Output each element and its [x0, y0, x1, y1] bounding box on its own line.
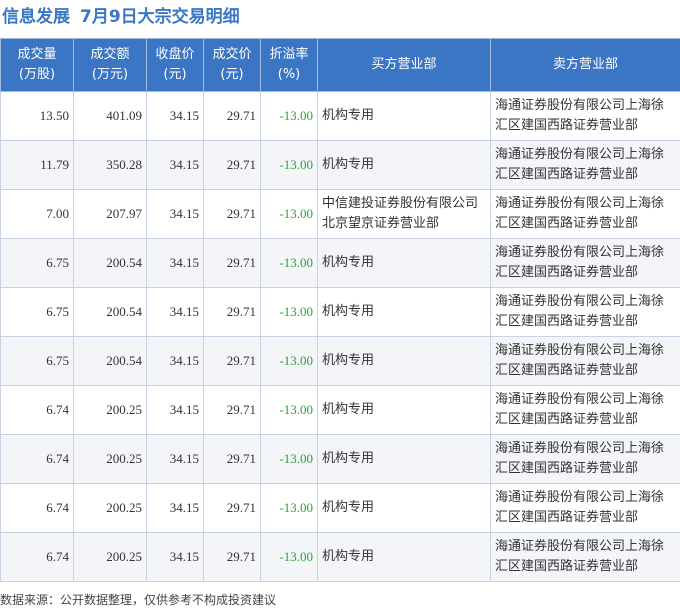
- page-title: 信息发展 7月9日大宗交易明细: [2, 2, 240, 32]
- column-header: 买方营业部: [317, 38, 491, 92]
- cell-seller: 海通证券股份有限公司上海徐汇区建国西路证券营业部: [490, 385, 680, 435]
- cell-seller: 海通证券股份有限公司上海徐汇区建国西路证券营业部: [490, 336, 680, 386]
- stock-name: 信息发展: [2, 7, 70, 27]
- cell-close: 34.15: [146, 483, 204, 533]
- cell-premium: -13.00: [260, 532, 318, 582]
- cell-premium: -13.00: [260, 189, 318, 239]
- table-row: 6.75 200.54 34.15 29.71 -13.00 机构专用 海通证券股份有限公司…: [0, 238, 680, 288]
- cell-buyer: 机构专用: [317, 238, 491, 288]
- cell-close: 34.15: [146, 189, 204, 239]
- cell-volume: 6.74: [0, 483, 74, 533]
- cell-close: 34.15: [146, 91, 204, 141]
- cell-seller: 海通证券股份有限公司上海徐汇区建国西路证券营业部: [490, 532, 680, 582]
- cell-price: 29.71: [203, 287, 261, 337]
- cell-seller: 海通证券股份有限公司上海徐汇区建国西路证券营业部: [490, 189, 680, 239]
- cell-premium: -13.00: [260, 385, 318, 435]
- column-header: 折溢率 (%): [260, 38, 318, 92]
- cell-close: 34.15: [146, 385, 204, 435]
- cell-seller: 海通证券股份有限公司上海徐汇区建国西路证券营业部: [490, 287, 680, 337]
- cell-volume: 7.00: [0, 189, 74, 239]
- cell-buyer: 机构专用: [317, 91, 491, 141]
- cell-volume: 6.75: [0, 238, 74, 288]
- table-row: 6.74 200.25 34.15 29.71 -13.00 机构专用 海通证券股份有限公司…: [0, 385, 680, 435]
- cell-buyer: 机构专用: [317, 532, 491, 582]
- cell-premium: -13.00: [260, 336, 318, 386]
- table-row: 13.50 401.09 34.15 29.71 -13.00 机构专用 海通证券股份有限公…: [0, 91, 680, 141]
- cell-price: 29.71: [203, 336, 261, 386]
- cell-price: 29.71: [203, 189, 261, 239]
- cell-amount: 200.25: [73, 385, 147, 435]
- cell-close: 34.15: [146, 434, 204, 484]
- cell-volume: 6.74: [0, 385, 74, 435]
- block-trade-table: 成交量 (万股) 成交额 (万元) 收盘价 (元) 成交价 (元) 折溢率 (%) 买方营…: [0, 38, 680, 582]
- table-row: 6.75 200.54 34.15 29.71 -13.00 机构专用 海通证券股份有限公司…: [0, 336, 680, 386]
- cell-seller: 海通证券股份有限公司上海徐汇区建国西路证券营业部: [490, 483, 680, 533]
- table-row: 6.74 200.25 34.15 29.71 -13.00 机构专用 海通证券股份有限公司…: [0, 483, 680, 533]
- table-row: 11.79 350.28 34.15 29.71 -13.00 机构专用 海通证券股份有限公…: [0, 140, 680, 190]
- cell-amount: 200.25: [73, 483, 147, 533]
- cell-amount: 200.54: [73, 287, 147, 337]
- cell-price: 29.71: [203, 483, 261, 533]
- cell-price: 29.71: [203, 238, 261, 288]
- cell-price: 29.71: [203, 532, 261, 582]
- cell-buyer: 机构专用: [317, 385, 491, 435]
- cell-close: 34.15: [146, 287, 204, 337]
- table-header-row: 成交量 (万股) 成交额 (万元) 收盘价 (元) 成交价 (元) 折溢率 (%) 买方营…: [0, 38, 680, 92]
- cell-buyer: 机构专用: [317, 483, 491, 533]
- column-header: 收盘价 (元): [146, 38, 204, 92]
- cell-buyer: 中信建投证券股份有限公司北京望京证券营业部: [317, 189, 491, 239]
- cell-premium: -13.00: [260, 434, 318, 484]
- column-header: 卖方营业部: [490, 38, 680, 92]
- table-row: 6.75 200.54 34.15 29.71 -13.00 机构专用 海通证券股份有限公司…: [0, 287, 680, 337]
- cell-amount: 207.97: [73, 189, 147, 239]
- cell-seller: 海通证券股份有限公司上海徐汇区建国西路证券营业部: [490, 434, 680, 484]
- cell-volume: 6.75: [0, 336, 74, 386]
- cell-price: 29.71: [203, 434, 261, 484]
- column-header: 成交价 (元): [203, 38, 261, 92]
- cell-buyer: 机构专用: [317, 434, 491, 484]
- cell-close: 34.15: [146, 238, 204, 288]
- cell-amount: 350.28: [73, 140, 147, 190]
- cell-buyer: 机构专用: [317, 336, 491, 386]
- cell-amount: 200.25: [73, 532, 147, 582]
- cell-volume: 6.74: [0, 434, 74, 484]
- cell-seller: 海通证券股份有限公司上海徐汇区建国西路证券营业部: [490, 91, 680, 141]
- cell-amount: 401.09: [73, 91, 147, 141]
- cell-seller: 海通证券股份有限公司上海徐汇区建国西路证券营业部: [490, 238, 680, 288]
- cell-close: 34.15: [146, 532, 204, 582]
- cell-close: 34.15: [146, 140, 204, 190]
- cell-premium: -13.00: [260, 483, 318, 533]
- cell-buyer: 机构专用: [317, 287, 491, 337]
- cell-price: 29.71: [203, 385, 261, 435]
- cell-premium: -13.00: [260, 140, 318, 190]
- column-header: 成交量 (万股): [0, 38, 74, 92]
- cell-seller: 海通证券股份有限公司上海徐汇区建国西路证券营业部: [490, 140, 680, 190]
- cell-price: 29.71: [203, 140, 261, 190]
- table-row: 6.74 200.25 34.15 29.71 -13.00 机构专用 海通证券股份有限公司…: [0, 434, 680, 484]
- cell-premium: -13.00: [260, 91, 318, 141]
- cell-price: 29.71: [203, 91, 261, 141]
- cell-amount: 200.54: [73, 238, 147, 288]
- table-body: 13.50 401.09 34.15 29.71 -13.00 机构专用 海通证券股份有限公…: [0, 91, 680, 582]
- cell-volume: 6.75: [0, 287, 74, 337]
- cell-premium: -13.00: [260, 238, 318, 288]
- cell-volume: 11.79: [0, 140, 74, 190]
- cell-premium: -13.00: [260, 287, 318, 337]
- title-date: 7月9日大宗交易明细: [80, 7, 240, 27]
- cell-volume: 13.50: [0, 91, 74, 141]
- table-row: 6.74 200.25 34.15 29.71 -13.00 机构专用 海通证券股份有限公司…: [0, 532, 680, 582]
- table-row: 7.00 207.97 34.15 29.71 -13.00 中信建投证券股份有限公司北京…: [0, 189, 680, 239]
- cell-amount: 200.25: [73, 434, 147, 484]
- cell-close: 34.15: [146, 336, 204, 386]
- data-source-note: 数据来源：公开数据整理，仅供参考不构成投资建议: [0, 593, 277, 607]
- cell-amount: 200.54: [73, 336, 147, 386]
- column-header: 成交额 (万元): [73, 38, 147, 92]
- cell-buyer: 机构专用: [317, 140, 491, 190]
- cell-volume: 6.74: [0, 532, 74, 582]
